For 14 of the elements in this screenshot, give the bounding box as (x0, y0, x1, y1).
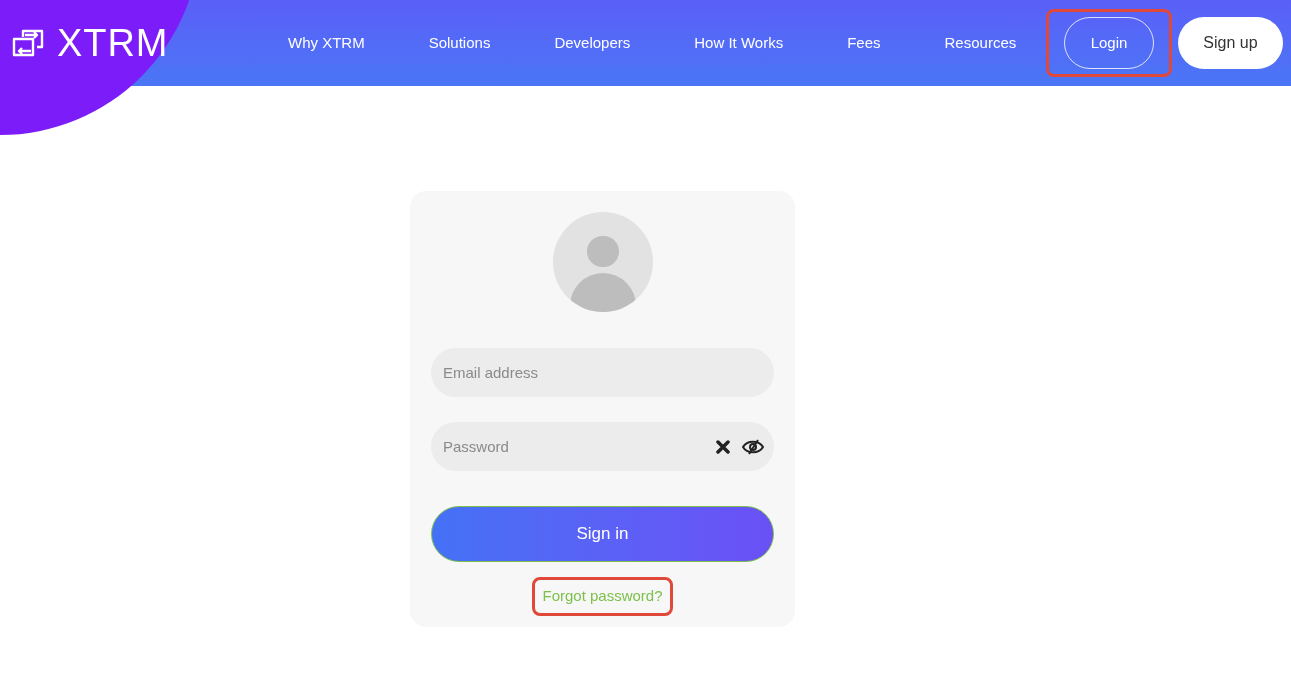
logo-icon (11, 27, 45, 59)
password-field[interactable]: Password (431, 422, 774, 471)
clear-icon[interactable] (716, 439, 730, 454)
nav-link[interactable]: Fees (847, 31, 881, 55)
nav-link[interactable]: Resources (944, 31, 1017, 55)
signup-button[interactable]: Sign up (1178, 17, 1283, 69)
logo-text: XTRM (57, 24, 169, 62)
nav-link[interactable]: Solutions (428, 31, 491, 55)
eye-slash-icon[interactable] (742, 438, 764, 455)
sign-in-button[interactable]: Sign in (431, 506, 774, 562)
nav-link[interactable]: Developers (554, 31, 631, 55)
nav-link[interactable]: How It Works (694, 31, 784, 55)
nav-link[interactable]: Why XTRM (288, 31, 365, 55)
email-field[interactable]: Email address (431, 348, 774, 397)
